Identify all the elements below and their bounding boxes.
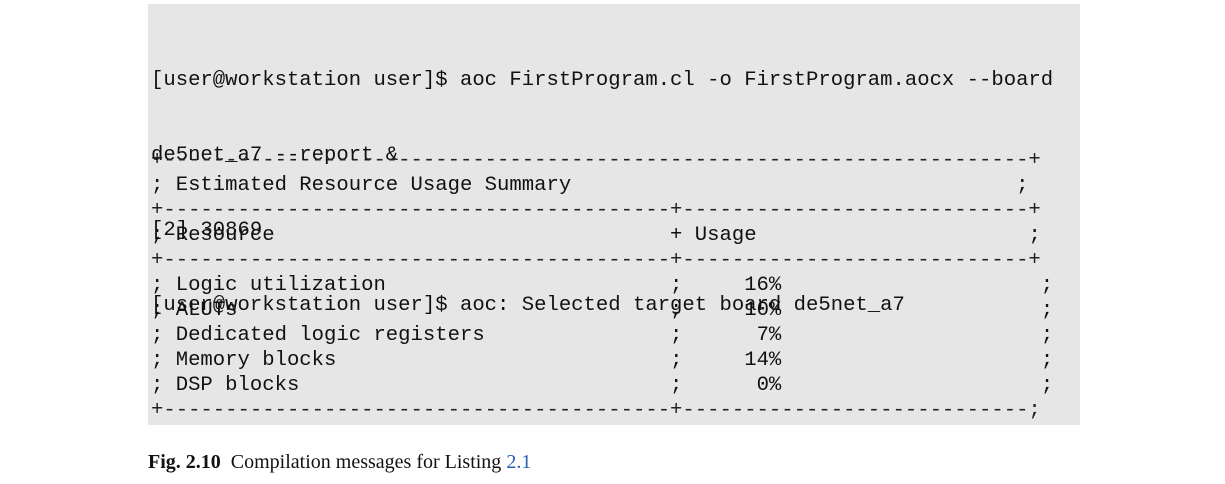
terminal-output: [user@workstation user]$ aoc FirstProgra… [148,4,1080,425]
usage-value: 7% [756,324,782,347]
table-row: ; Dedicated logic registers ; 7% ; [151,323,1053,348]
sep: ; [781,299,1054,322]
sep: ; [151,299,176,322]
sep: ; [299,374,757,397]
caption-text: Compilation messages for Listing [230,451,507,473]
column-header: Resource [175,224,275,247]
usage-value: 0% [756,374,782,397]
sep: ; [781,374,1054,397]
table-row: ; Logic utilization ; 16% ; [151,273,1053,298]
usage-value: 16% [744,274,782,297]
sep: ; [237,299,745,322]
sep: ; [756,224,1041,247]
sep: ; [151,324,176,347]
terminal-line: [user@workstation user]$ aoc FirstProgra… [151,69,1054,92]
sep: + [274,224,695,247]
table-title: Estimated Resource Usage Summary [175,174,572,197]
figure-label: Fig. 2.10 [148,451,221,473]
table-row: ; ALUTs ; 10% ; [151,298,1053,323]
sep: ; [151,349,176,372]
sep: ; [781,324,1054,347]
sep: ; [336,349,745,372]
sep: ; [781,274,1054,297]
resource-name: DSP blocks [175,374,300,397]
column-header: Usage [694,224,757,247]
sep: ; [571,174,1029,197]
table-border: +---------------------------------------… [151,249,1041,272]
title-row: ; Estimated Resource Usage Summary ; [151,173,1053,198]
table-row: ; DSP blocks ; 0% ; [151,373,1053,398]
sep: ; [484,324,757,347]
sep: ; [385,274,745,297]
usage-value: 14% [744,349,782,372]
sep: ; [151,274,176,297]
resource-name: ALUTs [175,299,238,322]
resource-name: Dedicated logic registers [175,324,485,347]
resource-name: Memory blocks [175,349,337,372]
figure-caption: Fig. 2.10 Compilation messages for Listin… [148,451,531,474]
sep: ; [151,374,176,397]
listing-link[interactable]: 2.1 [506,451,531,473]
usage-value: 10% [744,299,782,322]
header-row: ; Resource + Usage ; [151,223,1053,248]
sep: ; [781,349,1054,372]
table-border: +---------------------------------------… [151,399,1041,422]
table-row: ; Memory blocks ; 14% ; [151,348,1053,373]
sep: ; [151,224,176,247]
table-border: +---------------------------------------… [151,149,1041,172]
resource-name: Logic utilization [175,274,386,297]
sep: ; [151,174,176,197]
table-border: +---------------------------------------… [151,199,1041,222]
resource-usage-table: +---------------------------------------… [151,148,1053,423]
